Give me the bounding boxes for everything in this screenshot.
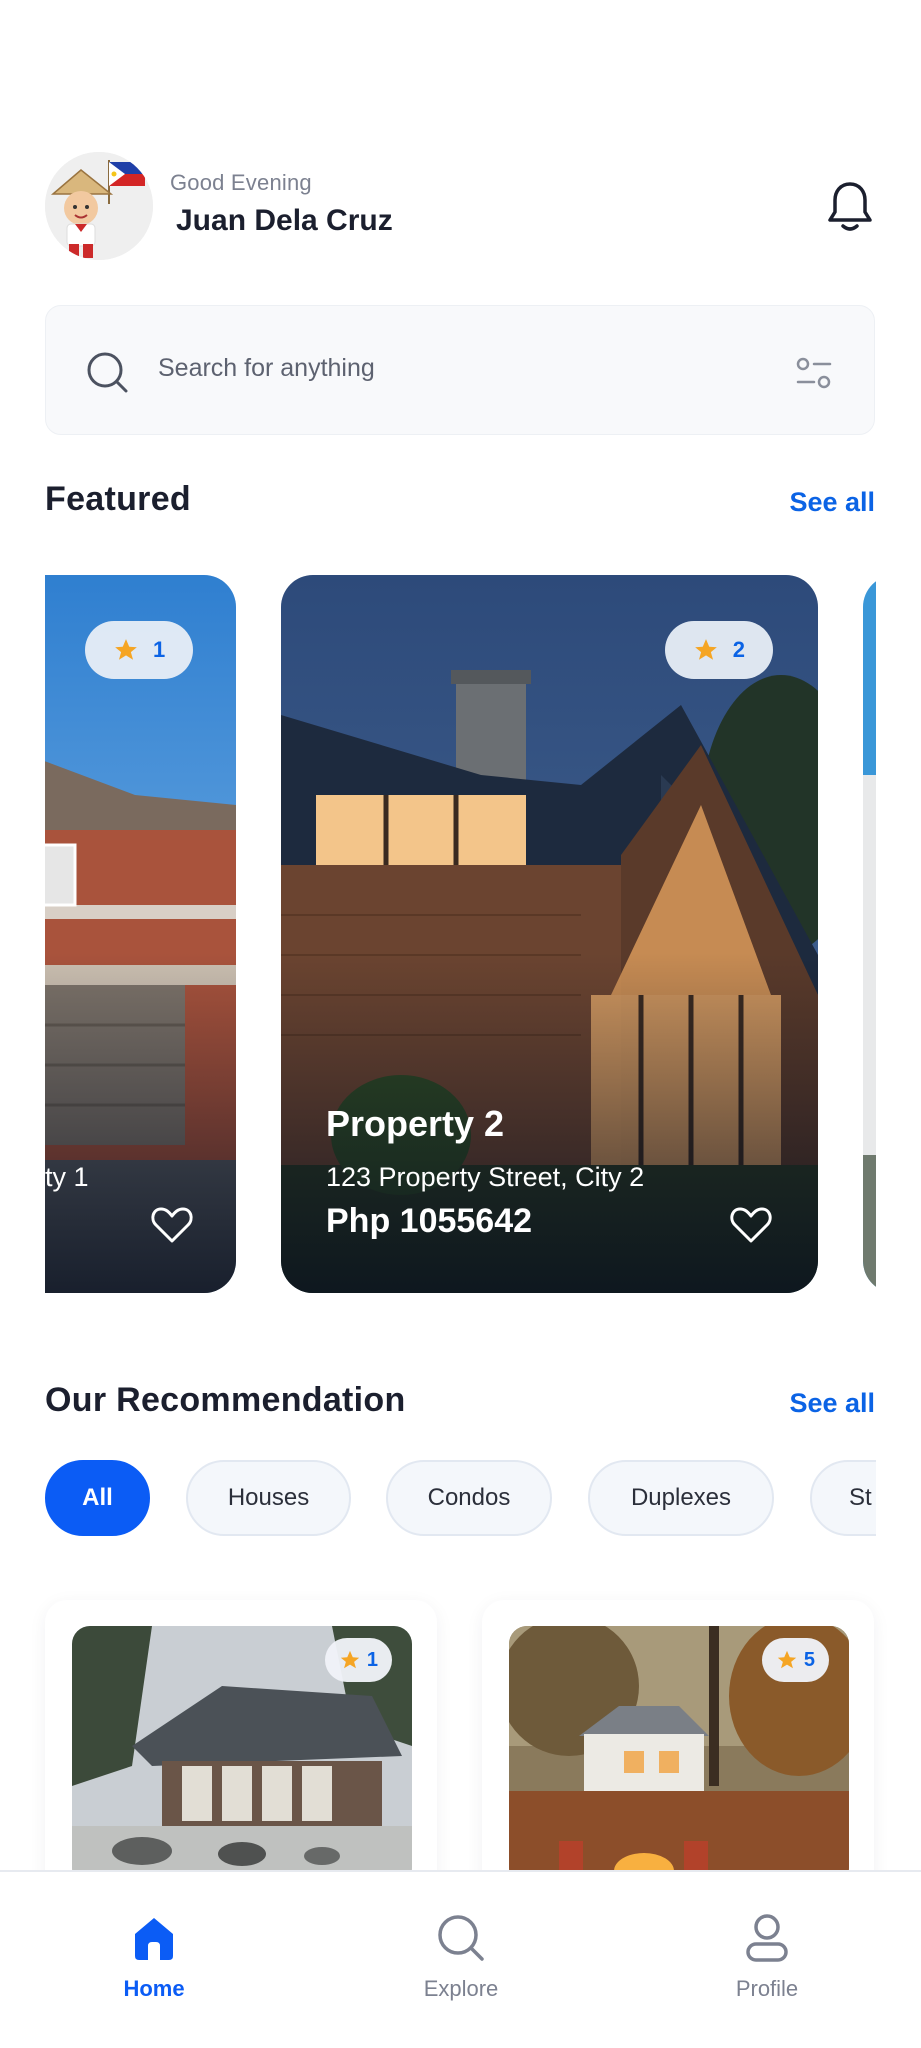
filter-icon[interactable] [794, 354, 834, 394]
chip-duplexes[interactable]: Duplexes [588, 1460, 774, 1536]
greeting-text: Good Evening [170, 170, 312, 195]
bell-icon[interactable] [825, 178, 875, 234]
user-name: Juan Dela Cruz [176, 204, 393, 237]
user-icon [746, 1914, 788, 1962]
nav-explore-label: Explore [423, 1976, 499, 2001]
rating-badge: 2 [664, 621, 773, 679]
star-icon [777, 1650, 797, 1669]
chip-houses[interactable]: Houses [186, 1460, 351, 1536]
recommendation-title: Our Recommendation [45, 1381, 406, 1419]
property-price: Php 1055642 [326, 1202, 533, 1240]
chip-st[interactable]: St [810, 1460, 876, 1536]
avatar[interactable] [45, 152, 153, 260]
star-icon [340, 1650, 360, 1669]
nav-home-label: Home [123, 1976, 185, 2001]
property-address: 123 Property Street, City 2 [326, 1162, 645, 1192]
rating-badge: 1 [85, 621, 194, 679]
recommendation-card-2[interactable]: 5 [482, 1600, 874, 1900]
star-icon [115, 639, 137, 660]
rating-badge: 1 [324, 1638, 392, 1682]
nav-profile-label: Profile [735, 1976, 799, 2001]
property-name: Property 2 [326, 1103, 505, 1144]
featured-card-3[interactable] [863, 575, 876, 1293]
featured-card-1[interactable]: 1 ty 1 [45, 575, 236, 1293]
rating-value: 2 [732, 637, 745, 662]
search-bar[interactable]: Search for anything [45, 305, 875, 435]
header: Good Evening Juan Dela Cruz [45, 150, 875, 260]
property-image: 5 [509, 1626, 849, 1886]
search-input[interactable]: Search for anything [158, 354, 375, 383]
featured-see-all-link[interactable]: See all [789, 487, 875, 518]
featured-title: Featured [45, 480, 191, 518]
recommendation-card-1[interactable]: 1 [45, 1600, 437, 1900]
rating-value: 1 [153, 637, 166, 662]
bottom-nav: Home Explore Profile [0, 1870, 921, 2048]
category-filter: All Houses Condos Duplexes St [45, 1458, 876, 1538]
chip-all[interactable]: All [45, 1460, 150, 1536]
rating-value: 1 [366, 1648, 378, 1671]
property-address: ty 1 [45, 1162, 89, 1192]
heart-icon[interactable] [729, 1205, 773, 1245]
chip-condos[interactable]: Condos [386, 1460, 552, 1536]
featured-carousel[interactable]: 1 ty 1 2 Property 2 123 Property Street,… [45, 575, 876, 1293]
search-icon [438, 1915, 484, 1961]
search-icon [87, 352, 128, 393]
rating-badge: 5 [761, 1638, 829, 1682]
star-icon [694, 639, 717, 660]
featured-card-2[interactable]: 2 Property 2 123 Property Street, City 2… [281, 575, 818, 1293]
nav-profile[interactable]: Profile [687, 1912, 847, 2002]
rating-value: 5 [803, 1648, 815, 1671]
nav-explore[interactable]: Explore [381, 1912, 541, 2002]
recommendation-see-all-link[interactable]: See all [789, 1388, 875, 1419]
home-icon [135, 1918, 173, 1960]
heart-icon[interactable] [150, 1205, 194, 1245]
nav-home[interactable]: Home [74, 1912, 234, 2002]
property-image: 1 [72, 1626, 412, 1886]
